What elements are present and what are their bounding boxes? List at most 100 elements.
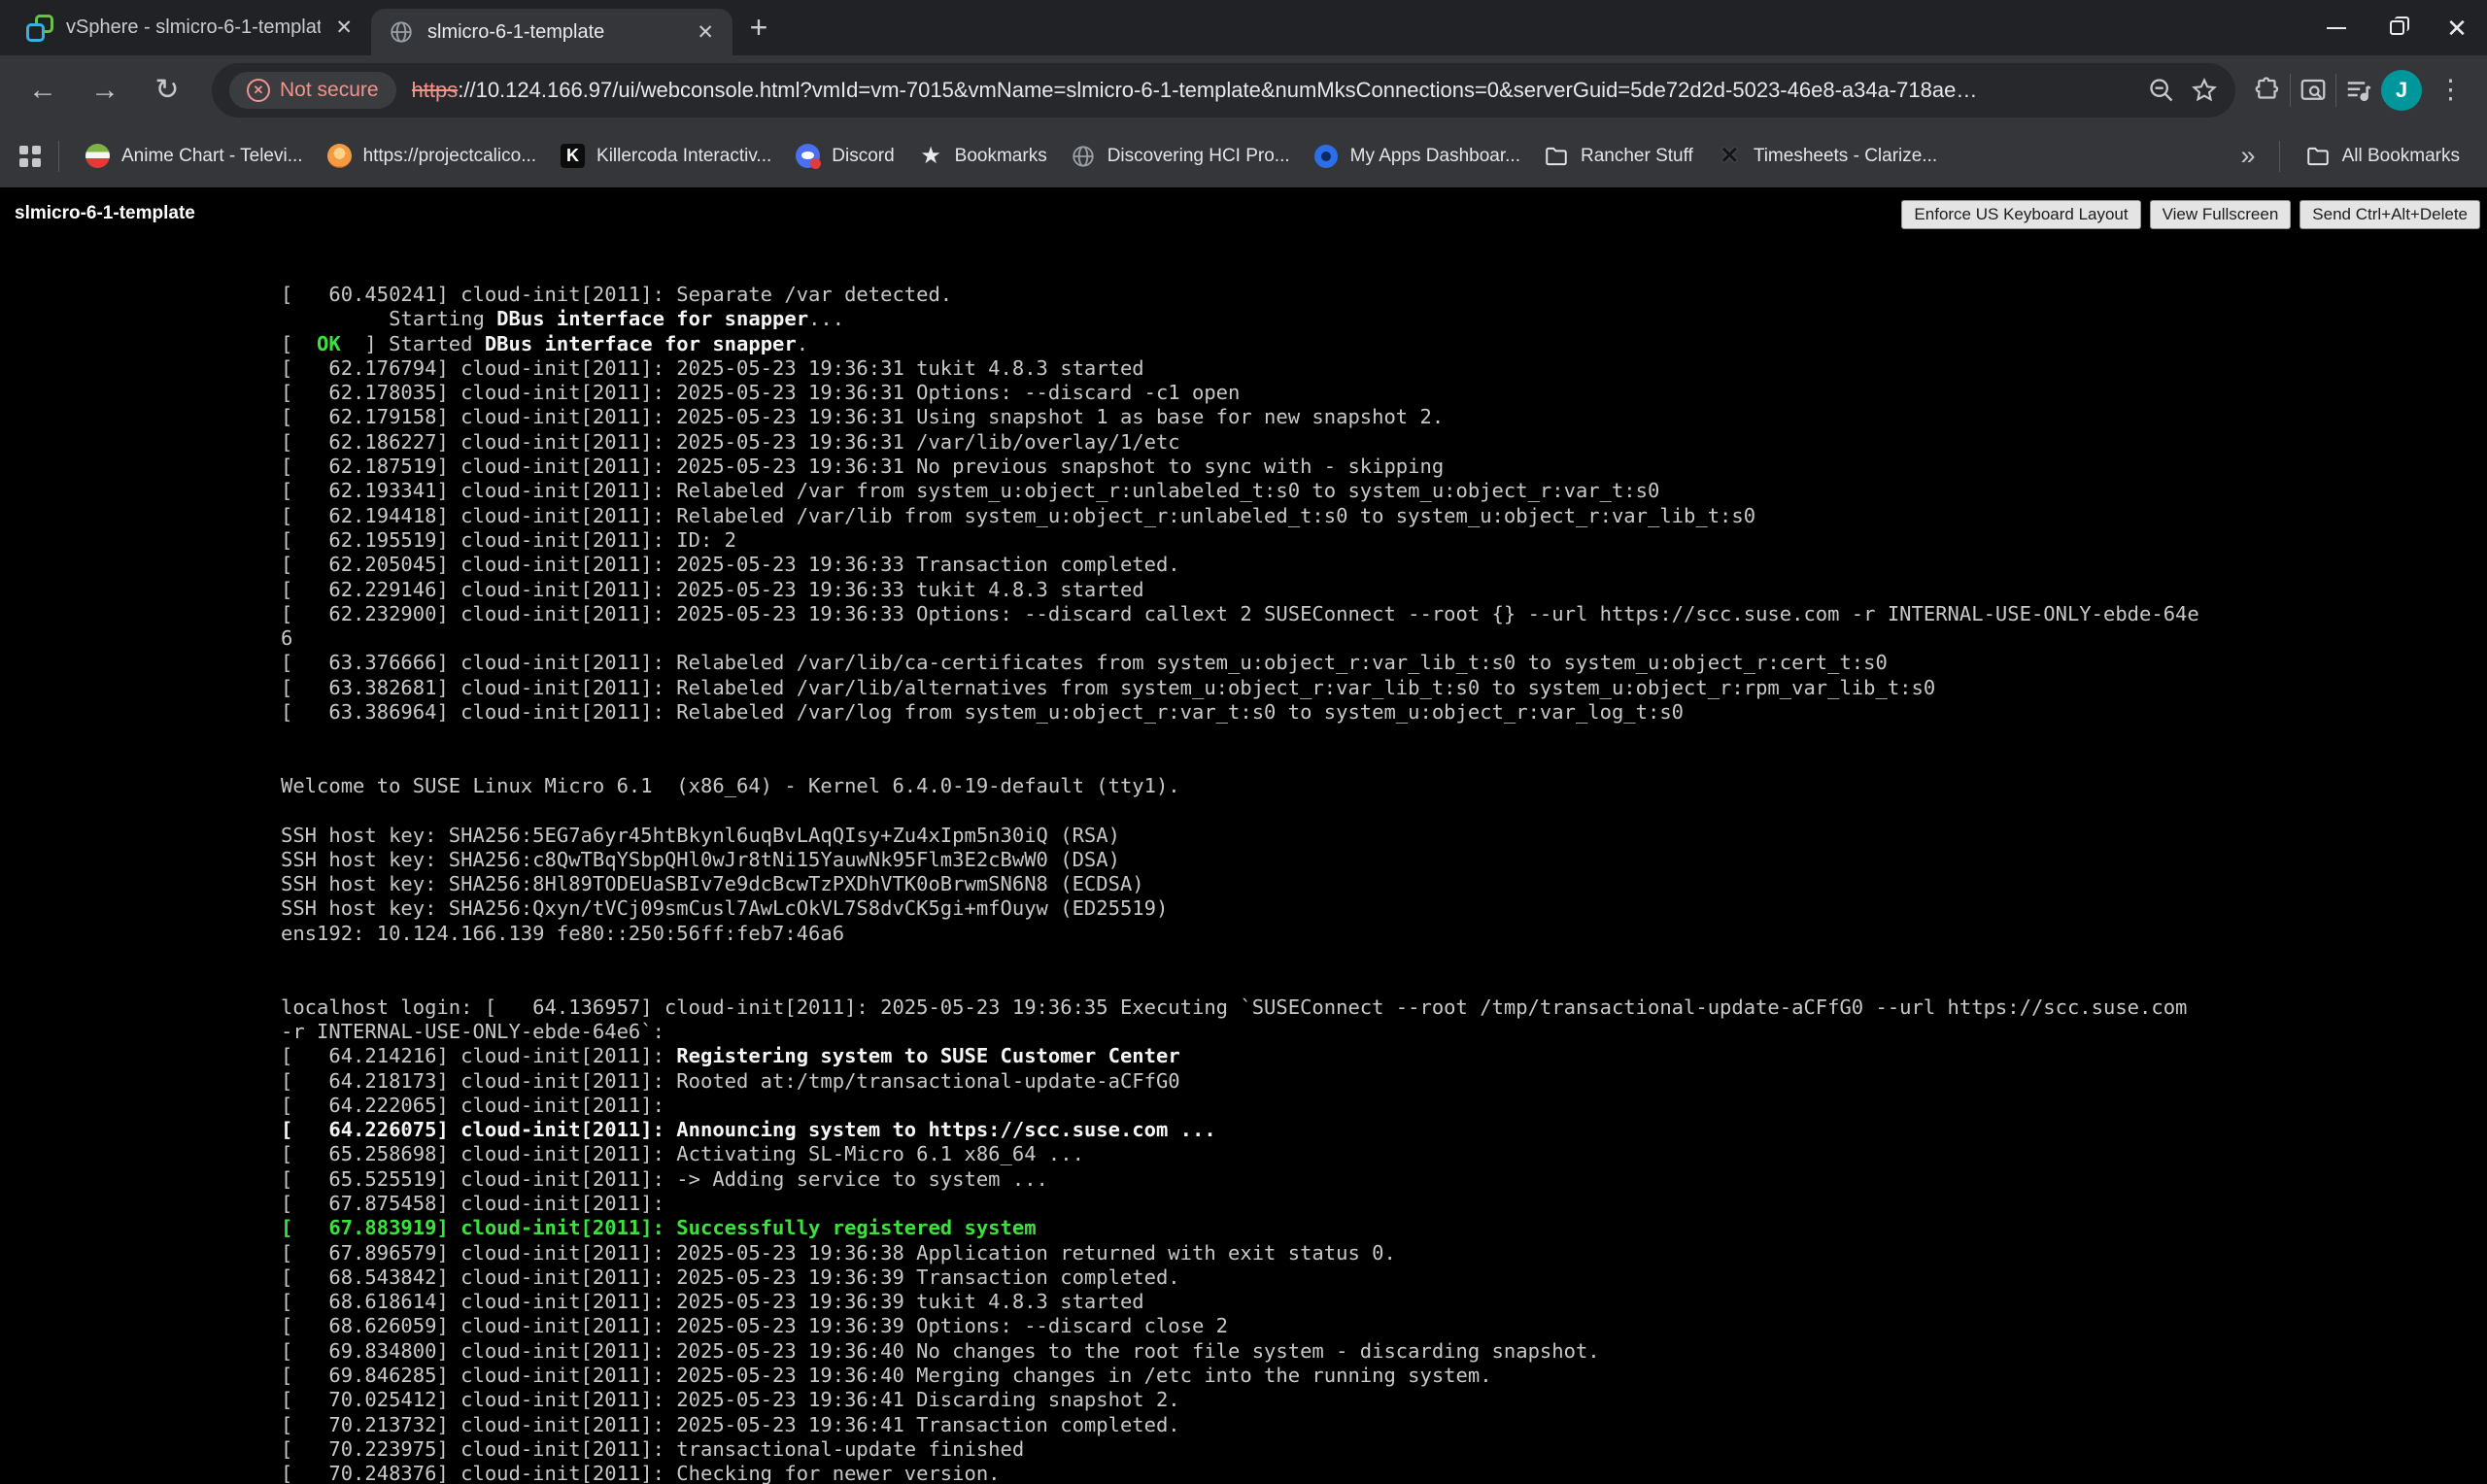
address-bar[interactable]: ✕ Not secure https://10.124.166.97/ui/we… bbox=[212, 63, 2235, 118]
console-line: [ 70.223975] cloud-init[2011]: transacti… bbox=[281, 1437, 2199, 1462]
star-favicon: ★ bbox=[918, 143, 944, 169]
security-chip-label: Not secure bbox=[280, 79, 379, 102]
forward-button[interactable]: → bbox=[78, 63, 132, 118]
bookmark-item-bookmarks[interactable]: ★Bookmarks bbox=[906, 136, 1059, 176]
toolbar-separator bbox=[2335, 74, 2336, 107]
security-chip[interactable]: ✕ Not secure bbox=[229, 72, 396, 109]
folder-icon bbox=[1544, 143, 1570, 169]
close-icon: ✕ bbox=[2446, 16, 2468, 41]
bookmark-item-discord[interactable]: Discord bbox=[783, 136, 905, 176]
back-button[interactable]: ← bbox=[16, 63, 70, 118]
reload-button[interactable]: ↻ bbox=[140, 63, 194, 118]
bookmark-label: Rancher Stuff bbox=[1581, 146, 1693, 167]
console-line: [ 67.896579] cloud-init[2011]: 2025-05-2… bbox=[281, 1241, 2199, 1265]
calico-favicon bbox=[326, 143, 353, 169]
console-line: [ 62.229146] cloud-init[2011]: 2025-05-2… bbox=[281, 578, 2199, 602]
console-line: [ 67.883919] cloud-init[2011]: Successfu… bbox=[281, 1216, 2199, 1240]
bookmark-label: https://projectcalico... bbox=[363, 146, 536, 167]
bookmarks-bar: Anime Chart - Televi... https://projectca… bbox=[0, 124, 2487, 187]
console-line: [ 63.382681] cloud-init[2011]: Relabeled… bbox=[281, 676, 2199, 700]
browser-menu-icon[interactable]: ⋮ bbox=[2430, 75, 2471, 105]
bookmark-label: Anime Chart - Televi... bbox=[121, 146, 303, 167]
reload-icon: ↻ bbox=[154, 73, 179, 107]
console-line: [ 70.213732] cloud-init[2011]: 2025-05-2… bbox=[281, 1413, 2199, 1437]
browser-toolbar: ← → ↻ ✕ Not secure https://10.124.166.97… bbox=[0, 55, 2487, 124]
side-panel-search-icon[interactable] bbox=[2299, 76, 2328, 105]
console-line: [ 68.626059] cloud-init[2011]: 2025-05-2… bbox=[281, 1314, 2199, 1338]
apps-grid-icon[interactable] bbox=[16, 142, 45, 171]
console-line: [ 62.195519] cloud-init[2011]: ID: 2 bbox=[281, 528, 2199, 553]
view-fullscreen-button[interactable]: View Fullscreen bbox=[2150, 200, 2292, 229]
globe-icon bbox=[387, 17, 416, 47]
bookmark-item-discovering-hci-pro[interactable]: Discovering HCI Pro... bbox=[1059, 136, 1302, 176]
console-line: ens192: 10.124.166.139 fe80::250:56ff:fe… bbox=[281, 922, 2199, 946]
send-ctrl-alt-delete-button[interactable]: Send Ctrl+Alt+Delete bbox=[2300, 200, 2480, 229]
console-line: [ 62.194418] cloud-init[2011]: Relabeled… bbox=[281, 504, 2199, 528]
bookmark-item-my-apps-dashboar[interactable]: My Apps Dashboar... bbox=[1302, 136, 1532, 176]
console-line: SSH host key: SHA256:Qxyn/tVCj09smCusl7A… bbox=[281, 896, 2199, 921]
console-output: [ 60.450241] cloud-init[2011]: Separate … bbox=[281, 283, 2199, 1484]
bookmark-item-killercoda-interactiv[interactable]: KKillercoda Interactiv... bbox=[548, 136, 783, 176]
console-line bbox=[281, 798, 2199, 823]
all-bookmarks-label: All Bookmarks bbox=[2342, 146, 2460, 167]
console-line: [ 68.618614] cloud-init[2011]: 2025-05-2… bbox=[281, 1290, 2199, 1314]
clarizen-favicon: ✕ bbox=[1717, 143, 1743, 169]
zoom-out-icon[interactable] bbox=[2148, 77, 2175, 104]
globe-favicon bbox=[1071, 143, 1097, 169]
bookmark-item-anime-chart-televi[interactable]: Anime Chart - Televi... bbox=[73, 136, 315, 176]
media-controls-icon[interactable] bbox=[2344, 76, 2373, 105]
bookmarks-separator bbox=[2279, 141, 2280, 172]
tab-slmicro-6-1-template[interactable]: slmicro-6-1-template ✕ bbox=[371, 9, 732, 55]
console-line bbox=[281, 946, 2199, 970]
console-line: SSH host key: SHA256:5EG7a6yr45htBkynl6u… bbox=[281, 824, 2199, 848]
restore-button[interactable] bbox=[2367, 0, 2427, 55]
console-line: [ 62.232900] cloud-init[2011]: 2025-05-2… bbox=[281, 602, 2199, 626]
close-button[interactable]: ✕ bbox=[2427, 0, 2487, 55]
profile-avatar[interactable]: J bbox=[2381, 70, 2422, 111]
bookmark-label: Timesheets - Clarize... bbox=[1754, 146, 1937, 167]
console-line: [ 65.525519] cloud-init[2011]: -> Adding… bbox=[281, 1167, 2199, 1192]
console-vm-title: slmicro-6-1-template bbox=[15, 203, 195, 224]
console-line: [ 62.178035] cloud-init[2011]: 2025-05-2… bbox=[281, 381, 2199, 405]
anime-chart-favicon bbox=[85, 143, 111, 169]
tab-close-icon[interactable]: ✕ bbox=[332, 16, 356, 40]
console-line: [ 62.186227] cloud-init[2011]: 2025-05-2… bbox=[281, 430, 2199, 455]
bookmark-item-timesheets-clarize[interactable]: ✕ Timesheets - Clarize... bbox=[1705, 136, 1949, 176]
bookmark-item-rancher-stuff[interactable]: Rancher Stuff bbox=[1532, 136, 1705, 176]
console-line: [ 62.176794] cloud-init[2011]: 2025-05-2… bbox=[281, 356, 2199, 381]
url-protocol: https bbox=[412, 78, 459, 102]
console-line: [ 65.258698] cloud-init[2011]: Activatin… bbox=[281, 1142, 2199, 1166]
bookmark-item-https-projectcalico[interactable]: https://projectcalico... bbox=[315, 136, 548, 176]
console-line: Welcome to SUSE Linux Micro 6.1 (x86_64)… bbox=[281, 774, 2199, 798]
browser-window: vSphere - slmicro-6-1-template✕slmicro-6… bbox=[0, 0, 2487, 1484]
new-tab-button[interactable]: + bbox=[732, 0, 785, 55]
console-line bbox=[281, 970, 2199, 995]
console-line: SSH host key: SHA256:8Hl89TODEUaSBIv7e9d… bbox=[281, 872, 2199, 896]
url-rest: ://10.124.166.97/ui/webconsole.html?vmId… bbox=[458, 78, 1977, 102]
restore-icon bbox=[2390, 20, 2404, 35]
tab-vsphere-slmicro-6-1-template[interactable]: vSphere - slmicro-6-1-template✕ bbox=[10, 0, 371, 55]
tab-title: slmicro-6-1-template bbox=[427, 21, 682, 44]
vm-console-screen[interactable]: slmicro-6-1-template Enforce US Keyboard… bbox=[0, 187, 2487, 1484]
discord-favicon bbox=[795, 143, 821, 169]
all-bookmarks-button[interactable]: All Bookmarks bbox=[2294, 136, 2471, 176]
bookmark-label: My Apps Dashboar... bbox=[1350, 146, 1520, 167]
enforce-us-keyboard-layout-button[interactable]: Enforce US Keyboard Layout bbox=[1901, 200, 2140, 229]
bookmark-star-icon[interactable] bbox=[2191, 77, 2218, 104]
bookmark-items: Anime Chart - Televi... https://projectca… bbox=[73, 136, 1949, 176]
url-text: https://10.124.166.97/ui/webconsole.html… bbox=[412, 78, 2132, 103]
window-controls: ✕ bbox=[2306, 0, 2487, 55]
extensions-icon[interactable] bbox=[2253, 76, 2282, 105]
tab-close-icon[interactable]: ✕ bbox=[694, 20, 717, 45]
bookmarks-overflow-icon[interactable]: » bbox=[2231, 141, 2266, 171]
console-line: [ 69.834800] cloud-init[2011]: 2025-05-2… bbox=[281, 1339, 2199, 1364]
console-line: localhost login: [ 64.136957] cloud-init… bbox=[281, 995, 2199, 1020]
console-line: 6 bbox=[281, 626, 2199, 651]
console-line: [ 68.543842] cloud-init[2011]: 2025-05-2… bbox=[281, 1265, 2199, 1290]
ring-favicon bbox=[1313, 143, 1340, 169]
minimize-button[interactable] bbox=[2306, 0, 2367, 55]
tabs-container: vSphere - slmicro-6-1-template✕slmicro-6… bbox=[0, 0, 732, 55]
not-secure-icon: ✕ bbox=[247, 79, 270, 102]
back-icon: ← bbox=[28, 74, 57, 107]
console-line: -r INTERNAL-USE-ONLY-ebde-64e6`: bbox=[281, 1020, 2199, 1044]
